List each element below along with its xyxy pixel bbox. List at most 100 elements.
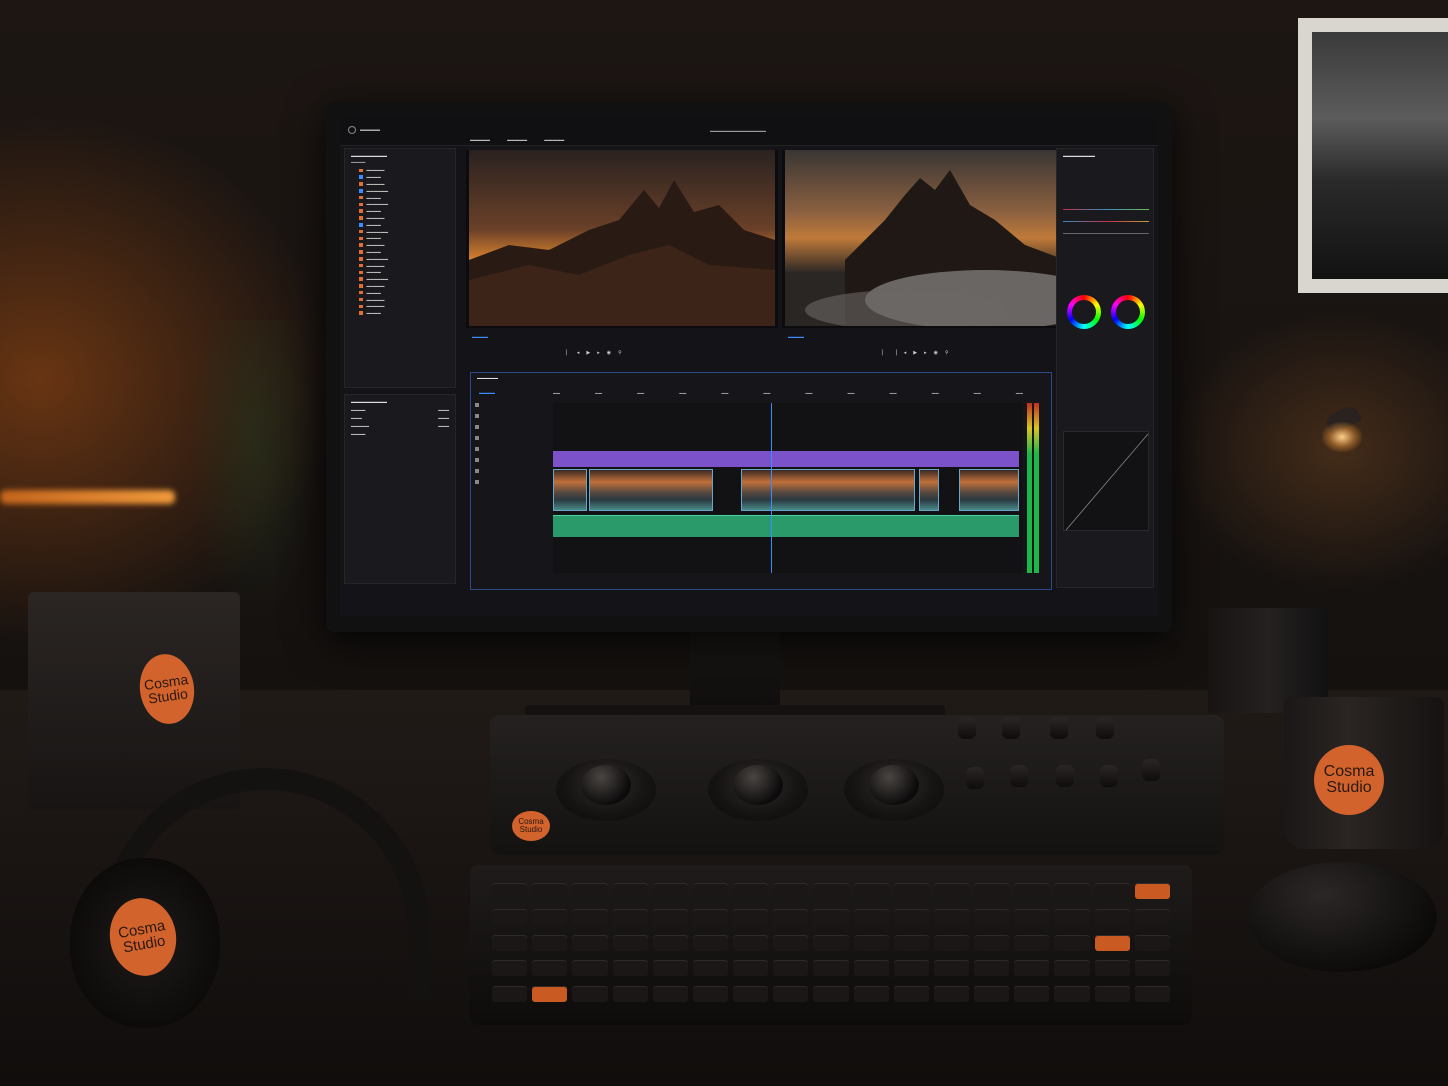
control-knob[interactable] — [1142, 759, 1160, 781]
trackball[interactable] — [556, 759, 656, 821]
key[interactable] — [773, 986, 809, 1003]
workspace-tabs[interactable]: ▬▬▬▬▬ ▬▬▬▬▬ ▬▬▬▬▬ — [470, 137, 580, 142]
color-wheel[interactable] — [1067, 295, 1101, 329]
key[interactable] — [652, 934, 688, 951]
key[interactable] — [813, 883, 849, 899]
key[interactable] — [492, 883, 528, 899]
bin-item[interactable]: ▬▬▬▬▬▬ — [345, 228, 455, 235]
video-track-v2[interactable] — [553, 451, 1019, 467]
key[interactable] — [1094, 908, 1130, 925]
key[interactable] — [974, 908, 1010, 925]
key[interactable] — [612, 883, 648, 899]
media-row[interactable]: ▬▬▬▬▬ ▬▬▬ — [345, 422, 455, 430]
key[interactable] — [1054, 908, 1090, 925]
bin-item[interactable]: ▬▬▬▬▬ — [345, 181, 455, 188]
mark-in-icon[interactable]: ▏ — [566, 350, 570, 356]
video-clip[interactable] — [959, 469, 1019, 511]
key[interactable] — [933, 934, 970, 951]
bin-item[interactable]: ▬▬▬▬▬ — [345, 167, 455, 174]
key[interactable] — [652, 908, 688, 925]
mark-out-icon[interactable]: ▕ — [893, 350, 897, 356]
key[interactable] — [692, 908, 729, 925]
key[interactable] — [652, 960, 688, 977]
bin-item[interactable]: ▬▬▬▬▬ — [345, 283, 455, 290]
play-icon[interactable]: ▶ — [586, 350, 590, 356]
media-row[interactable]: ▬▬▬▬ — [345, 430, 455, 438]
key[interactable] — [933, 960, 970, 977]
trackball[interactable] — [844, 759, 944, 821]
zoom-icon[interactable]: ⚲ — [945, 350, 949, 356]
tool-icon[interactable] — [475, 458, 479, 462]
key[interactable] — [1054, 934, 1090, 951]
key[interactable] — [532, 986, 568, 1003]
playhead[interactable] — [771, 403, 772, 573]
key[interactable] — [974, 960, 1010, 977]
video-clip[interactable] — [553, 469, 587, 511]
bin-item[interactable]: ▬▬▬▬▬ — [345, 296, 455, 303]
bin-item[interactable]: ▬▬▬▬ — [345, 208, 455, 215]
tool-icon[interactable] — [475, 480, 479, 484]
bin-item[interactable]: ▬▬▬▬ — [345, 174, 455, 181]
workspace-tab[interactable]: ▬▬▬▬▬ — [544, 137, 564, 142]
key[interactable] — [773, 908, 809, 925]
camera-icon[interactable]: ◉ — [607, 350, 611, 356]
key[interactable] — [532, 960, 568, 977]
key[interactable] — [1094, 883, 1130, 899]
key[interactable] — [692, 883, 729, 899]
zoom-icon[interactable]: ⚲ — [618, 350, 622, 356]
key[interactable] — [1094, 934, 1130, 951]
camera-icon[interactable]: ◉ — [934, 350, 938, 356]
trackball[interactable] — [708, 759, 808, 821]
key[interactable] — [1094, 960, 1130, 977]
key[interactable] — [692, 934, 729, 951]
workspace-tab[interactable]: ▬▬▬▬▬ — [507, 137, 527, 142]
bin-item[interactable]: ▬▬▬▬ — [345, 310, 455, 317]
key[interactable] — [853, 908, 889, 925]
key[interactable] — [492, 908, 528, 925]
bin-item[interactable]: ▬▬▬▬▬ — [345, 242, 455, 249]
bin-item[interactable]: ▬▬▬▬ — [345, 249, 455, 256]
tool-icon[interactable] — [475, 403, 479, 407]
key[interactable] — [1014, 986, 1050, 1003]
video-clip[interactable] — [741, 469, 915, 511]
key[interactable] — [733, 934, 769, 951]
timeline-ruler[interactable]: ▬▬ ▬▬ ▬▬ ▬▬ ▬▬ ▬▬ ▬▬ ▬▬ ▬▬ ▬▬ ▬▬ ▬▬ — [553, 391, 1023, 399]
key[interactable] — [532, 934, 568, 951]
key[interactable] — [492, 960, 528, 977]
key[interactable] — [733, 960, 769, 977]
key[interactable] — [492, 986, 528, 1003]
key[interactable] — [572, 934, 608, 951]
bin-item[interactable]: ▬▬▬▬ — [345, 221, 455, 228]
key[interactable] — [893, 908, 929, 925]
key[interactable] — [933, 883, 970, 899]
key[interactable] — [893, 883, 929, 899]
key[interactable] — [612, 986, 648, 1003]
key[interactable] — [1014, 908, 1050, 925]
key[interactable] — [974, 986, 1010, 1003]
media-row[interactable]: ▬▬▬ ▬▬▬ — [345, 414, 455, 422]
key[interactable] — [532, 908, 568, 925]
key[interactable] — [652, 883, 688, 899]
bin-item[interactable]: ▬▬▬▬▬ — [345, 262, 455, 269]
key[interactable] — [853, 960, 889, 977]
key[interactable] — [933, 908, 970, 925]
key[interactable] — [612, 908, 648, 925]
project-panel-search[interactable]: ▬▬▬▬ — [345, 160, 455, 167]
bin-item[interactable]: ▬▬▬▬▬▬ — [345, 276, 455, 283]
key[interactable] — [572, 908, 608, 925]
key[interactable] — [974, 934, 1010, 951]
play-icon[interactable]: ▶ — [913, 350, 917, 356]
key[interactable] — [572, 960, 608, 977]
key[interactable] — [773, 934, 809, 951]
key[interactable] — [1014, 883, 1050, 899]
key[interactable] — [692, 986, 729, 1003]
tool-icon[interactable] — [475, 414, 479, 418]
track-area[interactable] — [553, 403, 1023, 573]
program-viewer[interactable]: ▬▬▬▬ ▏ ▕ ◂ ▶ ▸ ◉ ⚲ — [782, 150, 1094, 362]
curves-graph[interactable] — [1063, 431, 1149, 531]
key[interactable] — [612, 960, 648, 977]
bin-item[interactable]: ▬▬▬▬▬ — [345, 303, 455, 310]
key[interactable] — [1014, 934, 1050, 951]
bin-item[interactable]: ▬▬▬▬ — [345, 289, 455, 296]
key[interactable] — [572, 883, 608, 899]
